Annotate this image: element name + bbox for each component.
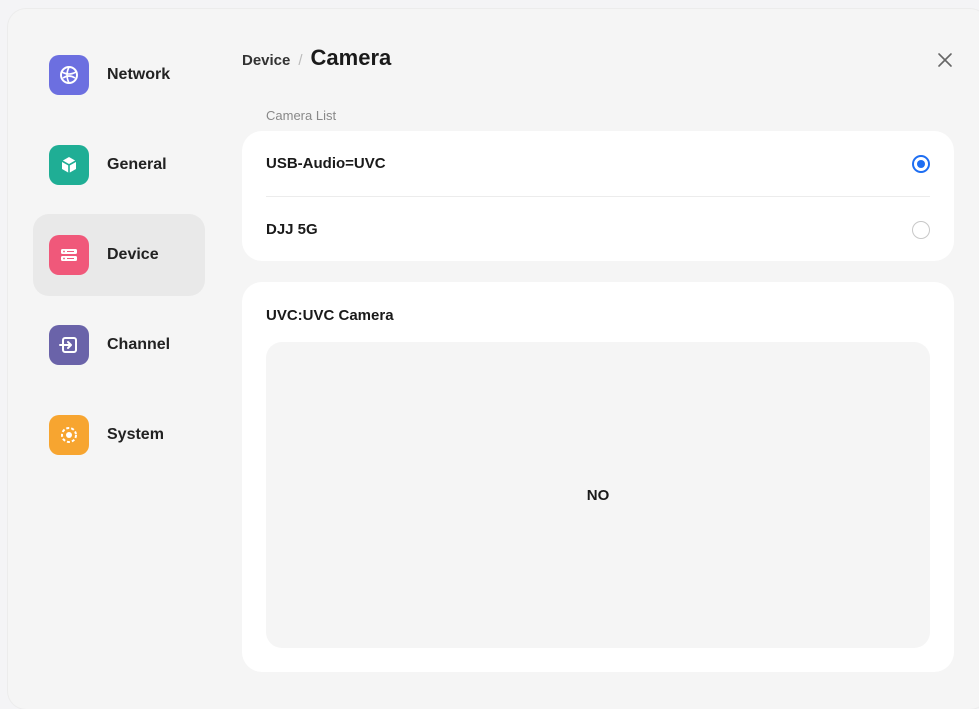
camera-name: DJJ 5G <box>266 221 318 238</box>
close-button[interactable] <box>934 49 956 71</box>
sidebar: Network General Device Channel System <box>33 34 205 484</box>
system-icon <box>49 415 89 455</box>
preview-status: NO <box>586 486 610 504</box>
sidebar-item-label: Channel <box>107 336 171 353</box>
camera-list-label: Camera List <box>266 108 337 123</box>
sidebar-item-general[interactable]: General <box>33 124 205 206</box>
device-icon <box>49 235 89 275</box>
camera-preview-card: UVC:UVC Camera NO <box>242 282 954 672</box>
breadcrumb: Device / Camera <box>242 45 391 71</box>
camera-preview: NO <box>266 342 930 648</box>
list-item[interactable]: DJJ 5G <box>266 197 930 262</box>
camera-list: USB-Audio=UVC DJJ 5G <box>242 131 954 261</box>
sidebar-item-device[interactable]: Device <box>33 214 205 296</box>
sidebar-item-label: Network <box>107 66 171 83</box>
list-item[interactable]: USB-Audio=UVC <box>266 131 930 197</box>
sidebar-item-label: General <box>107 156 167 173</box>
breadcrumb-parent[interactable]: Device <box>242 52 290 69</box>
sidebar-item-label: System <box>107 426 164 443</box>
sidebar-item-label: Device <box>107 246 159 263</box>
page-title: Camera <box>310 45 392 70</box>
close-icon <box>938 53 952 67</box>
breadcrumb-separator: / <box>298 52 303 69</box>
sidebar-item-network[interactable]: Network <box>33 34 205 116</box>
cube-icon <box>49 145 89 185</box>
preview-title: UVC:UVC Camera <box>266 307 394 324</box>
camera-name: USB-Audio=UVC <box>266 155 386 172</box>
sidebar-item-system[interactable]: System <box>33 394 205 476</box>
sidebar-item-channel[interactable]: Channel <box>33 304 205 386</box>
radio-selected[interactable] <box>912 154 930 173</box>
settings-window: Network General Device Channel System De… <box>8 9 979 709</box>
globe-icon <box>49 55 89 95</box>
radio-unselected[interactable] <box>912 220 930 239</box>
input-icon <box>49 325 89 365</box>
